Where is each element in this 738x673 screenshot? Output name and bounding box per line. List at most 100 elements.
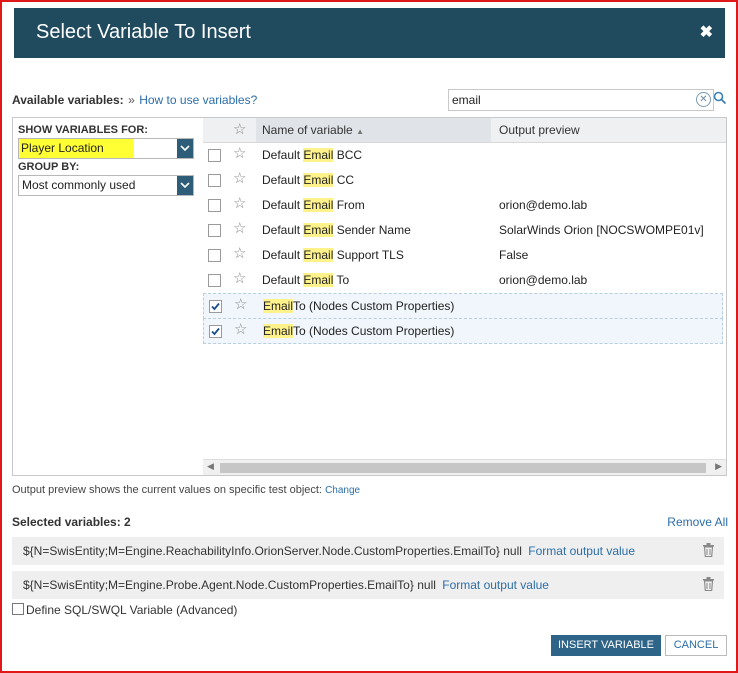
variable-name: Default Email Sender Name xyxy=(262,223,411,237)
variable-name-prefix: Default xyxy=(262,198,304,212)
search-input[interactable] xyxy=(452,92,688,107)
variable-value: null xyxy=(503,544,522,558)
chevron-down-icon xyxy=(177,176,193,195)
search-match-highlight: Email xyxy=(303,273,334,287)
horizontal-scrollbar[interactable]: ◀ ▶ xyxy=(203,459,726,475)
favorite-star-icon[interactable]: ☆ xyxy=(233,171,246,187)
variable-name: Default Email From xyxy=(262,198,365,212)
clear-search-icon[interactable]: ✕ xyxy=(696,92,711,107)
scroll-right-icon[interactable]: ▶ xyxy=(715,461,722,472)
search-match-highlight: Email xyxy=(263,324,294,338)
variable-name: Default Email BCC xyxy=(262,148,362,162)
favorite-star-icon[interactable]: ☆ xyxy=(234,322,247,338)
variable-name: EmailTo (Nodes Custom Properties) xyxy=(263,299,454,313)
table-row[interactable]: ☆ EmailTo (Nodes Custom Properties) xyxy=(203,318,723,344)
output-preview-note: Output preview shows the current values … xyxy=(12,484,360,496)
dialog-header: Select Variable To Insert ✖ xyxy=(14,8,725,58)
table-row[interactable]: ☆ Default Email From orion@demo.lab xyxy=(203,193,723,217)
scrollbar-thumb[interactable] xyxy=(220,463,706,473)
format-output-value-link[interactable]: Format output value xyxy=(442,578,549,592)
variable-name-suffix: To (Nodes Custom Properties) xyxy=(293,324,455,338)
column-header-name[interactable]: Name of variable ▲ xyxy=(262,123,364,137)
favorite-star-icon[interactable]: ☆ xyxy=(233,246,246,262)
sort-ascending-icon: ▲ xyxy=(356,127,364,136)
show-variables-for-select[interactable]: Player Location xyxy=(18,138,194,159)
row-checkbox[interactable] xyxy=(208,224,221,237)
search-match-highlight: Email xyxy=(303,198,334,212)
output-preview-value: orion@demo.lab xyxy=(499,273,588,287)
how-to-use-variables-link[interactable]: How to use variables? xyxy=(139,93,257,107)
search-match-highlight: Email xyxy=(303,223,334,237)
variable-name: EmailTo (Nodes Custom Properties) xyxy=(263,324,454,338)
grid-header: ☆ Name of variable ▲ Output preview xyxy=(203,118,726,143)
variable-name-prefix: Default xyxy=(262,273,304,287)
group-by-label: GROUP BY: xyxy=(18,161,80,173)
format-output-value-link[interactable]: Format output value xyxy=(528,544,635,558)
define-sql-checkbox[interactable] xyxy=(12,603,24,615)
group-by-select[interactable]: Most commonly used xyxy=(18,175,194,196)
row-checkbox[interactable] xyxy=(208,199,221,212)
selected-variable-text: ${N=SwisEntity;M=Engine.ReachabilityInfo… xyxy=(23,544,635,558)
variable-name-suffix: To xyxy=(333,273,350,287)
variable-name-suffix: To (Nodes Custom Properties) xyxy=(293,299,455,313)
change-link[interactable]: Change xyxy=(325,485,360,496)
check-icon xyxy=(211,302,220,311)
row-checkbox[interactable] xyxy=(208,249,221,262)
variable-name: Default Email To xyxy=(262,273,349,287)
table-row[interactable]: ☆ Default Email Sender Name SolarWinds Ori… xyxy=(203,218,723,242)
table-row[interactable]: ☆ Default Email BCC xyxy=(203,143,723,167)
row-checkbox[interactable] xyxy=(208,149,221,162)
variable-expression: ${N=SwisEntity;M=Engine.Probe.Agent.Node… xyxy=(23,578,414,592)
variable-name: Default Email CC xyxy=(262,173,354,187)
chevron-down-icon xyxy=(177,139,193,158)
table-row[interactable]: ☆ Default Email CC xyxy=(203,168,723,192)
row-checkbox[interactable] xyxy=(208,274,221,287)
row-checkbox[interactable] xyxy=(209,300,222,313)
favorite-star-icon[interactable]: ☆ xyxy=(233,146,246,162)
table-row[interactable]: ☆ Default Email To orion@demo.lab xyxy=(203,268,723,292)
variable-name-prefix: Default xyxy=(262,173,304,187)
cancel-button[interactable]: CANCEL xyxy=(665,635,727,656)
selected-variable-row: ${N=SwisEntity;M=Engine.Probe.Agent.Node… xyxy=(12,571,724,599)
selected-variable-text: ${N=SwisEntity;M=Engine.Probe.Agent.Node… xyxy=(23,578,549,592)
variables-grid: ☆ Name of variable ▲ Output preview ☆ Def… xyxy=(203,117,727,476)
insert-variable-button[interactable]: INSERT VARIABLE xyxy=(551,635,661,656)
search-match-highlight: Email xyxy=(303,248,334,262)
row-checkbox[interactable] xyxy=(208,174,221,187)
favorite-column-icon[interactable]: ☆ xyxy=(233,122,246,138)
favorite-star-icon[interactable]: ☆ xyxy=(234,297,247,313)
dialog-title: Select Variable To Insert xyxy=(36,21,251,43)
remove-all-link[interactable]: Remove All xyxy=(667,515,728,529)
column-name-label: Name of variable xyxy=(262,123,353,137)
favorite-star-icon[interactable]: ☆ xyxy=(233,196,246,212)
variable-name-suffix: Support TLS xyxy=(333,248,404,262)
row-checkbox[interactable] xyxy=(209,325,222,338)
close-icon[interactable]: ✖ xyxy=(700,22,713,42)
define-sql-variable[interactable]: Define SQL/SWQL Variable (Advanced) xyxy=(12,603,237,617)
search-box: ✕ xyxy=(448,89,714,111)
favorite-star-icon[interactable]: ☆ xyxy=(233,271,246,287)
trash-icon[interactable] xyxy=(703,543,714,557)
variable-value: null xyxy=(417,578,436,592)
trash-icon[interactable] xyxy=(703,577,714,591)
search-match-highlight: Email xyxy=(303,148,334,162)
scroll-left-icon[interactable]: ◀ xyxy=(207,461,214,472)
separator: » xyxy=(128,93,135,107)
variable-expression: ${N=SwisEntity;M=Engine.ReachabilityInfo… xyxy=(23,544,500,558)
output-preview-text: Output preview shows the current values … xyxy=(12,484,322,496)
variable-name-prefix: Default xyxy=(262,148,304,162)
show-variables-for-value: Player Location xyxy=(19,139,134,158)
column-header-preview[interactable]: Output preview xyxy=(499,123,580,137)
output-preview-value: False xyxy=(499,248,529,262)
search-match-highlight: Email xyxy=(303,173,334,187)
variable-name: Default Email Support TLS xyxy=(262,248,404,262)
available-variables: Available variables: » How to use variab… xyxy=(12,91,257,109)
variable-name-suffix: Sender Name xyxy=(333,223,411,237)
table-row[interactable]: ☆ Default Email Support TLS False xyxy=(203,243,723,267)
favorite-star-icon[interactable]: ☆ xyxy=(233,221,246,237)
table-row[interactable]: ☆ EmailTo (Nodes Custom Properties) xyxy=(203,293,723,319)
variable-name-suffix: CC xyxy=(333,173,355,187)
search-icon[interactable] xyxy=(713,91,727,105)
available-variables-label: Available variables: xyxy=(12,93,124,107)
selected-variable-row: ${N=SwisEntity;M=Engine.ReachabilityInfo… xyxy=(12,537,724,565)
